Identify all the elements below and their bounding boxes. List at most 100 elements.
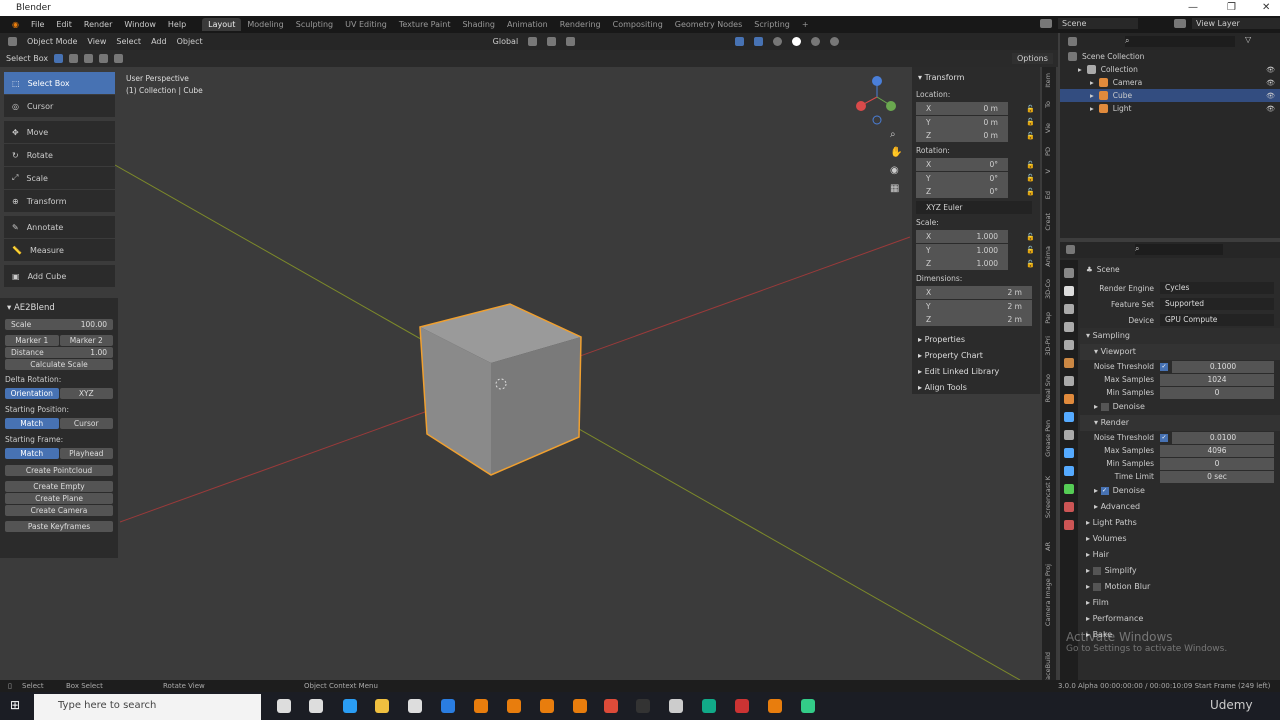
panel-light-paths[interactable]: ▸ Light Paths [1080,515,1280,531]
paste-keyframes-button[interactable]: Paste Keyframes [5,521,113,532]
subpanel-header[interactable]: ▸ Edit Linked Library [916,364,1036,380]
workspace-tab[interactable]: Modeling [241,18,289,31]
render-max-samples-field[interactable]: 4096 [1160,444,1274,457]
scene-collection-row[interactable]: Scene Collection [1060,50,1280,63]
subpanel-header[interactable]: ▸ Align Tools [916,380,1036,396]
sidebar-tab[interactable]: Vie [1044,123,1052,133]
subpanel-header[interactable]: ▸ Property Chart [916,348,1036,364]
view-layer-selector[interactable]: View Layer [1192,18,1280,29]
outliner-row[interactable]: ▸ Collection 👁 [1060,63,1280,76]
viewport-menu-select[interactable]: Select [116,37,141,46]
properties-tab-icon[interactable] [1064,358,1074,368]
lock-icon[interactable]: 🔓 [1026,188,1035,196]
mail-taskbar-icon[interactable] [441,699,455,713]
sidebar-tab[interactable]: Pap [1044,312,1052,324]
viewport-denoise-row[interactable]: ▸ Denoise [1080,399,1280,415]
orientation-selector[interactable]: Global [493,37,519,46]
terminal-taskbar-icon[interactable] [636,699,650,713]
location-z-field[interactable]: Z 0 m 🔓 [916,129,1035,142]
material-shading-icon[interactable] [811,37,821,46]
properties-tab-icon[interactable] [1064,448,1074,458]
feature-set-dropdown[interactable]: Supported [1160,298,1274,310]
xyz-button[interactable]: XYZ [59,388,113,399]
taskbar-search-input[interactable]: Type here to search [34,694,261,720]
rendered-shading-icon[interactable] [830,37,840,46]
render-denoise-row[interactable]: ▸ ✓ Denoise [1080,483,1280,499]
create-camera-button[interactable]: Create Camera [5,505,113,516]
select-mode-new-icon[interactable] [54,54,64,63]
minimize-icon[interactable]: — [1188,2,1198,13]
orientation-button[interactable]: Orientation [5,388,59,399]
sidebar-tab[interactable]: Ed [1044,191,1052,199]
viewport-menu-object[interactable]: Object [177,37,203,46]
windows-start-icon[interactable]: ⊞ [10,698,20,712]
menu-render[interactable]: Render [78,20,118,29]
lock-icon[interactable]: 🔓 [1026,132,1035,140]
camera-view-icon[interactable]: ◉ [890,165,902,176]
rotation-z-field[interactable]: Z 0° 🔓 [916,185,1035,198]
advanced-subheader[interactable]: ▸ Advanced [1080,499,1280,515]
menu-window[interactable]: Window [118,20,162,29]
task-view-taskbar-icon[interactable] [309,699,323,713]
location-x-field[interactable]: X 0 m 🔓 [916,102,1035,115]
editor-type-icon[interactable] [8,37,17,46]
workspace-tab[interactable]: Shading [456,18,501,31]
tool-annotate[interactable]: ✎ Annotate [4,216,115,238]
properties-search-input[interactable]: ⌕ [1135,244,1223,255]
app-taskbar-icon[interactable] [702,699,716,713]
create-empty-button[interactable]: Create Empty [5,481,113,492]
enable-checkbox[interactable] [1092,583,1101,591]
app-taskbar-icon[interactable] [669,699,683,713]
tool-cursor[interactable]: ◎ Cursor [4,95,115,117]
render-noise-field[interactable]: 0.0100 [1172,431,1274,444]
frame-playhead-button[interactable]: Playhead [59,448,113,459]
sidebar-tab[interactable]: Grease Pen [1044,420,1052,457]
properties-tab-icon[interactable] [1064,268,1074,278]
pan-hand-icon[interactable]: ✋ [890,147,902,158]
blender-taskbar-icon[interactable] [768,699,782,713]
workspace-tab[interactable]: + [796,18,815,31]
file-explorer-taskbar-icon[interactable] [375,699,389,713]
sidebar-tab[interactable]: 3D-Co [1044,279,1052,299]
properties-tab-icon[interactable] [1064,502,1074,512]
app-taskbar-icon[interactable] [735,699,749,713]
create-pointcloud-button[interactable]: Create Pointcloud [5,465,113,476]
close-icon[interactable]: ✕ [1262,2,1270,13]
overlay-toggle-icon[interactable] [754,37,764,46]
grid-ortho-icon[interactable]: ▦ [890,183,902,194]
tool-measure[interactable]: 📏 Measure [4,239,115,261]
noise-checkbox[interactable]: ✓ [1160,362,1168,371]
proportional-edit-icon[interactable] [566,37,576,46]
blender-taskbar-icon[interactable] [507,699,521,713]
panel-performance[interactable]: ▸ Performance [1080,611,1280,627]
tool-rotate[interactable]: ↻ Rotate [4,144,115,166]
marker2-button[interactable]: Marker 2 [59,335,113,346]
subpanel-header[interactable]: ▸ Properties [916,332,1036,348]
panel-simplify[interactable]: ▸ Simplify [1080,563,1280,579]
viewport-max-samples-field[interactable]: 1024 [1160,373,1274,386]
lock-icon[interactable]: 🔓 [1026,174,1035,182]
filter-icon[interactable]: ▽ [1245,35,1251,44]
workspace-tab[interactable]: UV Editing [339,18,393,31]
tool-move[interactable]: ✥ Move [4,121,115,143]
scene-icon[interactable] [1040,19,1052,28]
outliner-search-input[interactable]: ⌕ [1125,36,1235,47]
workspace-tab[interactable]: Compositing [607,18,669,31]
options-button[interactable]: Options [1012,53,1053,64]
lock-icon[interactable]: 🔓 [1026,105,1035,113]
properties-tab-icon[interactable] [1064,322,1074,332]
workspace-tab[interactable]: Scripting [748,18,796,31]
snap-icon[interactable] [547,37,557,46]
sidebar-tab[interactable]: Camera Image Proj [1044,564,1052,626]
chrome-taskbar-icon[interactable] [604,699,618,713]
properties-tab-icon[interactable] [1064,304,1074,314]
menu-help[interactable]: Help [162,20,192,29]
render-engine-dropdown[interactable]: Cycles [1160,282,1274,294]
properties-tab-icon[interactable] [1064,430,1074,440]
solid-shading-icon[interactable] [792,37,802,46]
tool-add-cube[interactable]: ▣ Add Cube [4,265,115,287]
cortana-taskbar-icon[interactable] [277,699,291,713]
store-taskbar-icon[interactable] [408,699,422,713]
visibility-eye-icon[interactable]: 👁 [1266,92,1275,100]
view-layer-icon[interactable] [1174,19,1186,28]
